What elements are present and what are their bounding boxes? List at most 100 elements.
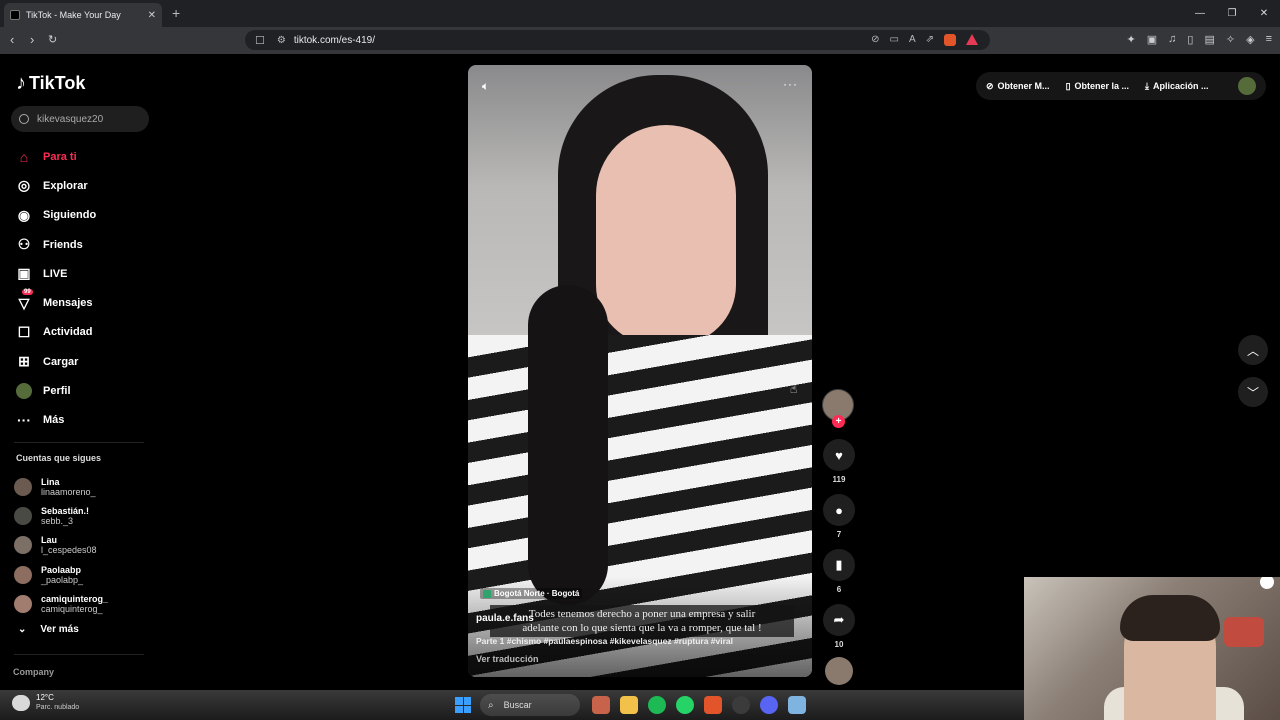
like-count: 119	[832, 475, 846, 484]
brave-icon[interactable]	[704, 696, 722, 714]
comment-icon[interactable]: ●	[823, 494, 855, 526]
browser-toolbar: ‹ › ↻ ☐ ⚙ tiktok.com/es-419/ ⊘ ▭ A ⇗ ✦ ▣…	[0, 27, 1280, 54]
nav-siguiendo[interactable]: ◉ Siguiendo	[14, 201, 96, 230]
file-explorer-icon[interactable]	[620, 696, 638, 714]
share-action[interactable]: ➦ 10	[822, 604, 856, 649]
forward-arrow-icon[interactable]: ›	[30, 32, 34, 47]
heart-icon[interactable]: ♥	[823, 439, 855, 471]
account-handle: _paolabp_	[41, 574, 84, 585]
music-icon[interactable]: ♫	[1168, 33, 1176, 46]
windows-start-icon[interactable]	[455, 697, 471, 713]
site-settings-icon[interactable]: ⚙	[277, 35, 286, 46]
reload-icon[interactable]: ↻	[48, 33, 57, 46]
video-caption[interactable]: Parte 1 #chismo #paulaespinosa #kikevela…	[476, 636, 733, 646]
nav-mensajes[interactable]: ▽ 99 Mensajes	[14, 288, 96, 317]
browser-tabbar: TikTok - Make Your Day ✕ + — ❐ ✕	[0, 0, 1280, 27]
vpn-icon[interactable]: ◈	[1246, 33, 1254, 46]
brave-shield-icon[interactable]	[944, 34, 956, 46]
sound-action[interactable]	[822, 657, 856, 685]
translate-icon[interactable]: A	[909, 34, 916, 46]
share-arrow-icon[interactable]: ➦	[823, 604, 855, 636]
floating-badge-icon[interactable]	[1260, 577, 1274, 589]
subtitle-line: adelante con lo que sienta que la va a r…	[522, 622, 762, 634]
spotify-icon[interactable]	[648, 696, 666, 714]
more-icon: ···	[17, 412, 31, 429]
creator-avatar[interactable]: +	[822, 389, 854, 428]
share-icon[interactable]: ⇗	[926, 34, 934, 46]
more-options-icon[interactable]: ···	[783, 77, 798, 91]
nav-live[interactable]: ▣ LIVE	[14, 259, 96, 288]
address-bar[interactable]: ☐ ⚙ tiktok.com/es-419/ ⊘ ▭ A ⇗	[245, 30, 990, 50]
nav-actividad[interactable]: ☐ Actividad	[14, 318, 96, 347]
app-icon[interactable]	[592, 696, 610, 714]
back-arrow-icon[interactable]: ‹	[10, 32, 14, 47]
home-icon: ⌂	[19, 148, 29, 165]
search-input[interactable]	[37, 113, 137, 125]
nav-para-ti[interactable]: ⌂ Para ti	[14, 142, 96, 171]
discord-icon[interactable]	[760, 696, 778, 714]
following-item[interactable]: Lau l_cespedes08	[14, 531, 108, 560]
nav-label: Mensajes	[43, 297, 93, 310]
extension-icon[interactable]: ✦	[1127, 33, 1136, 46]
follow-plus-icon[interactable]: +	[832, 415, 845, 428]
maximize-button[interactable]: ❐	[1216, 0, 1248, 27]
tiktok-logo[interactable]: ♪ TikTok	[16, 72, 85, 95]
nav-friends[interactable]: ⚇ Friends	[14, 230, 96, 259]
following-item[interactable]: Sebastián.! sebb._3	[14, 501, 108, 530]
music-disc-icon[interactable]	[825, 657, 853, 685]
weather-widget[interactable]: 12°C Parc. nublado	[12, 693, 79, 713]
company-link[interactable]: Company	[13, 667, 54, 677]
cast-icon[interactable]: ▭	[889, 34, 898, 46]
nav-cargar[interactable]: ⊞ Cargar	[14, 347, 96, 376]
menu-icon[interactable]: ≡	[1266, 33, 1272, 46]
notepad-icon[interactable]	[788, 696, 806, 714]
bookmark-icon[interactable]: ▮	[823, 549, 855, 581]
tab-close-icon[interactable]: ✕	[148, 10, 156, 21]
cloud-icon	[12, 695, 30, 711]
messages-icon: ▽ 99	[18, 289, 33, 311]
volume-icon[interactable]: 🔈︎	[482, 79, 489, 94]
nav-explorar[interactable]: ◎ Explorar	[14, 171, 96, 200]
get-coins-button[interactable]: ⊘ Obtener M...	[986, 81, 1050, 92]
nav-perfil[interactable]: Perfil	[14, 376, 96, 405]
location-tag[interactable]: Bogotá Norte · Bogotá	[480, 588, 583, 599]
video-player[interactable]: 🔈︎ ··· Bogotá Norte · Bogotá Todes tenem…	[468, 65, 812, 677]
nav-mas[interactable]: ··· Más	[14, 406, 96, 435]
search-icon	[19, 114, 29, 124]
search-box[interactable]	[11, 106, 149, 132]
comment-action[interactable]: ● 7	[822, 494, 856, 539]
window-close-button[interactable]: ✕	[1248, 0, 1280, 27]
new-tab-button[interactable]: +	[172, 5, 180, 21]
divider	[14, 654, 144, 655]
minimize-button[interactable]: —	[1184, 0, 1216, 27]
following-item[interactable]: Paolaabp _paolabp_	[14, 560, 108, 589]
webcam-background-object	[1224, 617, 1264, 647]
wallet-icon[interactable]: ▣	[1147, 33, 1157, 46]
url-text[interactable]: tiktok.com/es-419/	[294, 35, 375, 46]
whatsapp-icon[interactable]	[676, 696, 694, 714]
browser-tab[interactable]: TikTok - Make Your Day ✕	[4, 3, 162, 27]
see-more-button[interactable]: ⌄ Ver más	[18, 624, 79, 635]
sidebar-icon[interactable]: ▯	[1187, 33, 1193, 46]
get-app-button[interactable]: ▯ Obtener la ...	[1066, 81, 1129, 92]
ai-icon[interactable]: ✧	[1226, 33, 1235, 46]
bookmark-icon[interactable]: ☐	[255, 34, 265, 47]
chevron-down-icon: ⌄	[18, 624, 27, 635]
nav-label: Actividad	[43, 326, 93, 339]
previous-video-button[interactable]: ︿	[1238, 335, 1268, 365]
obs-icon[interactable]	[732, 696, 750, 714]
next-video-button[interactable]: ﹀	[1238, 377, 1268, 407]
desktop-app-button[interactable]: ⤓ Aplicación ...	[1145, 81, 1209, 92]
user-avatar[interactable]	[1238, 77, 1256, 95]
taskbar-search[interactable]: ⌕ Buscar	[480, 694, 580, 716]
tabs-icon[interactable]: ▤	[1204, 33, 1214, 46]
following-item[interactable]: camiquinterog_ camiquinterog_	[14, 589, 108, 618]
like-action[interactable]: ♥ 119	[822, 439, 856, 484]
video-author[interactable]: paula.e.fans	[476, 613, 534, 624]
save-action[interactable]: ▮ 6	[822, 549, 856, 594]
following-item[interactable]: Lina linaamoreno_	[14, 472, 108, 501]
no-video-icon[interactable]: ⊘	[871, 34, 879, 46]
video-subtitle: Todes tenemos derecho a poner una empres…	[490, 605, 794, 637]
see-translation-link[interactable]: Ver traducción	[476, 654, 539, 664]
brave-rewards-icon[interactable]	[966, 34, 978, 45]
